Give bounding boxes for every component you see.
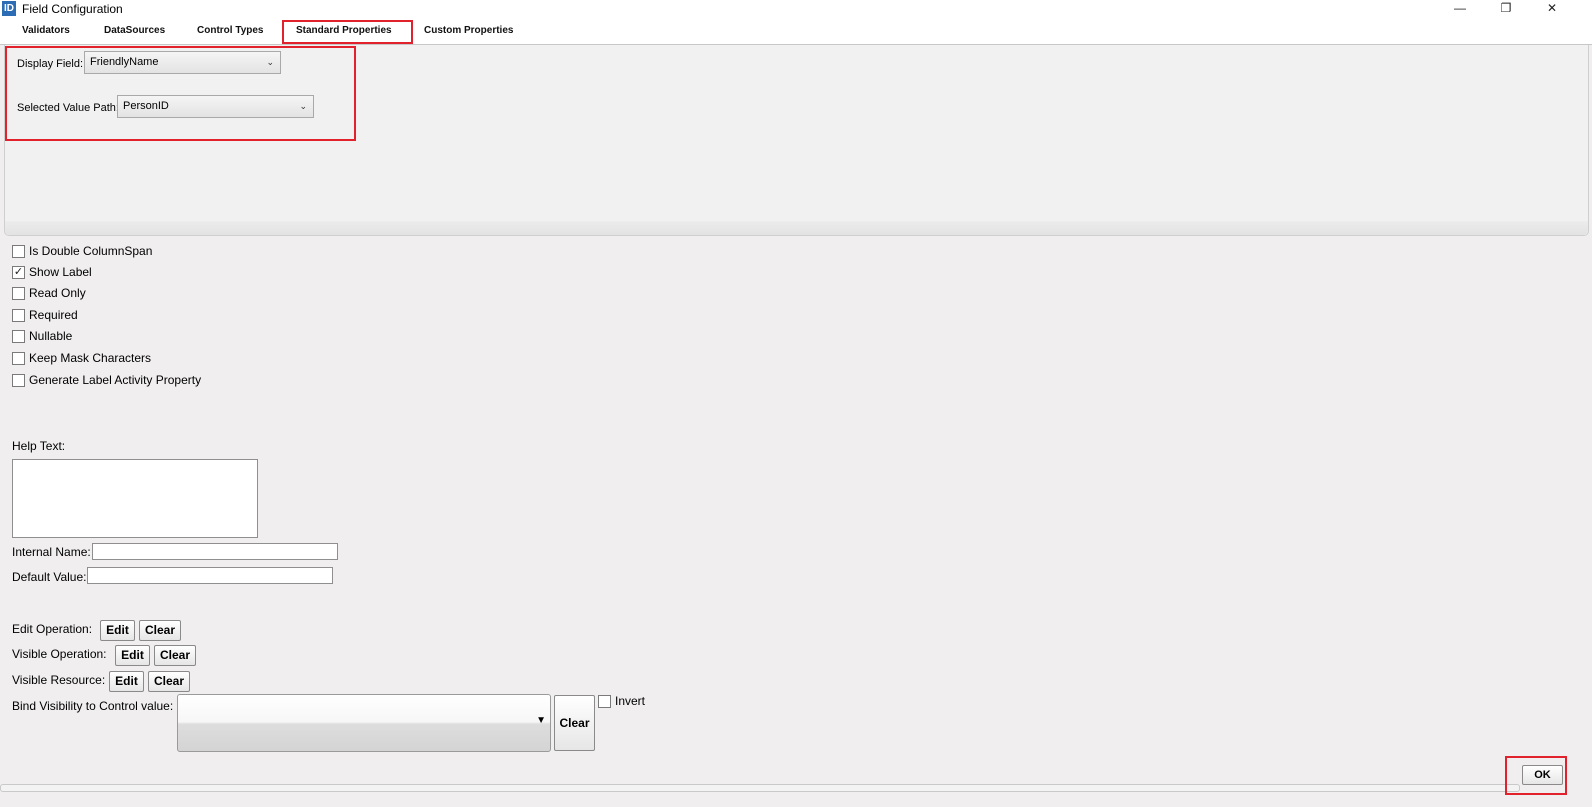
tab-control-types[interactable]: Control Types: [197, 25, 263, 36]
bind-visibility-combobox[interactable]: ▼: [177, 694, 551, 752]
visible-resource-edit-button[interactable]: Edit: [109, 671, 144, 692]
highlight-box-ok: [1505, 756, 1567, 795]
checkbox-label: Required: [29, 308, 78, 322]
minimize-icon[interactable]: —: [1437, 0, 1483, 18]
default-value-input[interactable]: [87, 567, 333, 584]
checkbox-box[interactable]: [12, 374, 25, 387]
default-value-label: Default Value:: [12, 570, 87, 584]
highlight-box-properties: [5, 46, 356, 141]
help-text-label: Help Text:: [12, 439, 66, 453]
checkbox-label: Keep Mask Characters: [29, 351, 152, 365]
checkbox-label: Show Label: [29, 265, 92, 279]
checkbox-label: Invert: [615, 694, 646, 708]
tab-validators[interactable]: Validators: [22, 25, 70, 36]
edit-operation-edit-button[interactable]: Edit: [100, 620, 135, 641]
bind-visibility-clear-button[interactable]: Clear: [554, 695, 595, 751]
help-text-area[interactable]: [12, 459, 258, 538]
bind-visibility-label: Bind Visibility to Control value:: [12, 699, 174, 713]
checkbox-label: Generate Label Activity Property: [29, 373, 202, 387]
checkbox-box[interactable]: [12, 245, 25, 258]
visible-operation-label: Visible Operation:: [12, 647, 107, 661]
close-icon[interactable]: ✕: [1529, 0, 1575, 18]
checkbox-box-checked[interactable]: ✓: [12, 266, 25, 279]
checkbox-label: Nullable: [29, 329, 73, 343]
status-strip: [0, 784, 1520, 792]
checkbox-box[interactable]: [12, 330, 25, 343]
checkbox-box[interactable]: [12, 287, 25, 300]
checkbox-label: Is Double ColumnSpan: [29, 244, 153, 258]
window-title: Field Configuration: [22, 2, 123, 16]
dropdown-arrow-icon: ▼: [536, 715, 546, 726]
tab-strip: Validators DataSources Control Types Sta…: [0, 18, 1592, 45]
visible-resource-clear-button[interactable]: Clear: [148, 671, 190, 692]
checkbox-box[interactable]: [12, 352, 25, 365]
visible-resource-label: Visible Resource:: [12, 673, 106, 687]
visible-operation-edit-button[interactable]: Edit: [115, 645, 150, 666]
visible-operation-clear-button[interactable]: Clear: [154, 645, 196, 666]
internal-name-label: Internal Name:: [12, 545, 91, 559]
internal-name-input[interactable]: [92, 543, 338, 560]
checkbox-box[interactable]: [12, 309, 25, 322]
maximize-icon[interactable]: ❐: [1483, 0, 1529, 18]
edit-operation-clear-button[interactable]: Clear: [139, 620, 181, 641]
checkbox-box[interactable]: [598, 695, 611, 708]
checkbox-label: Read Only: [29, 286, 86, 300]
edit-operation-label: Edit Operation:: [12, 622, 93, 636]
tab-custom-properties[interactable]: Custom Properties: [424, 25, 513, 36]
tab-datasources[interactable]: DataSources: [104, 25, 165, 36]
title-bar: ID Field Configuration — ❐ ✕: [0, 0, 1592, 18]
highlight-box-tab: [282, 20, 413, 44]
panel-footer-shade: [5, 221, 1588, 235]
app-icon: ID: [2, 1, 16, 16]
